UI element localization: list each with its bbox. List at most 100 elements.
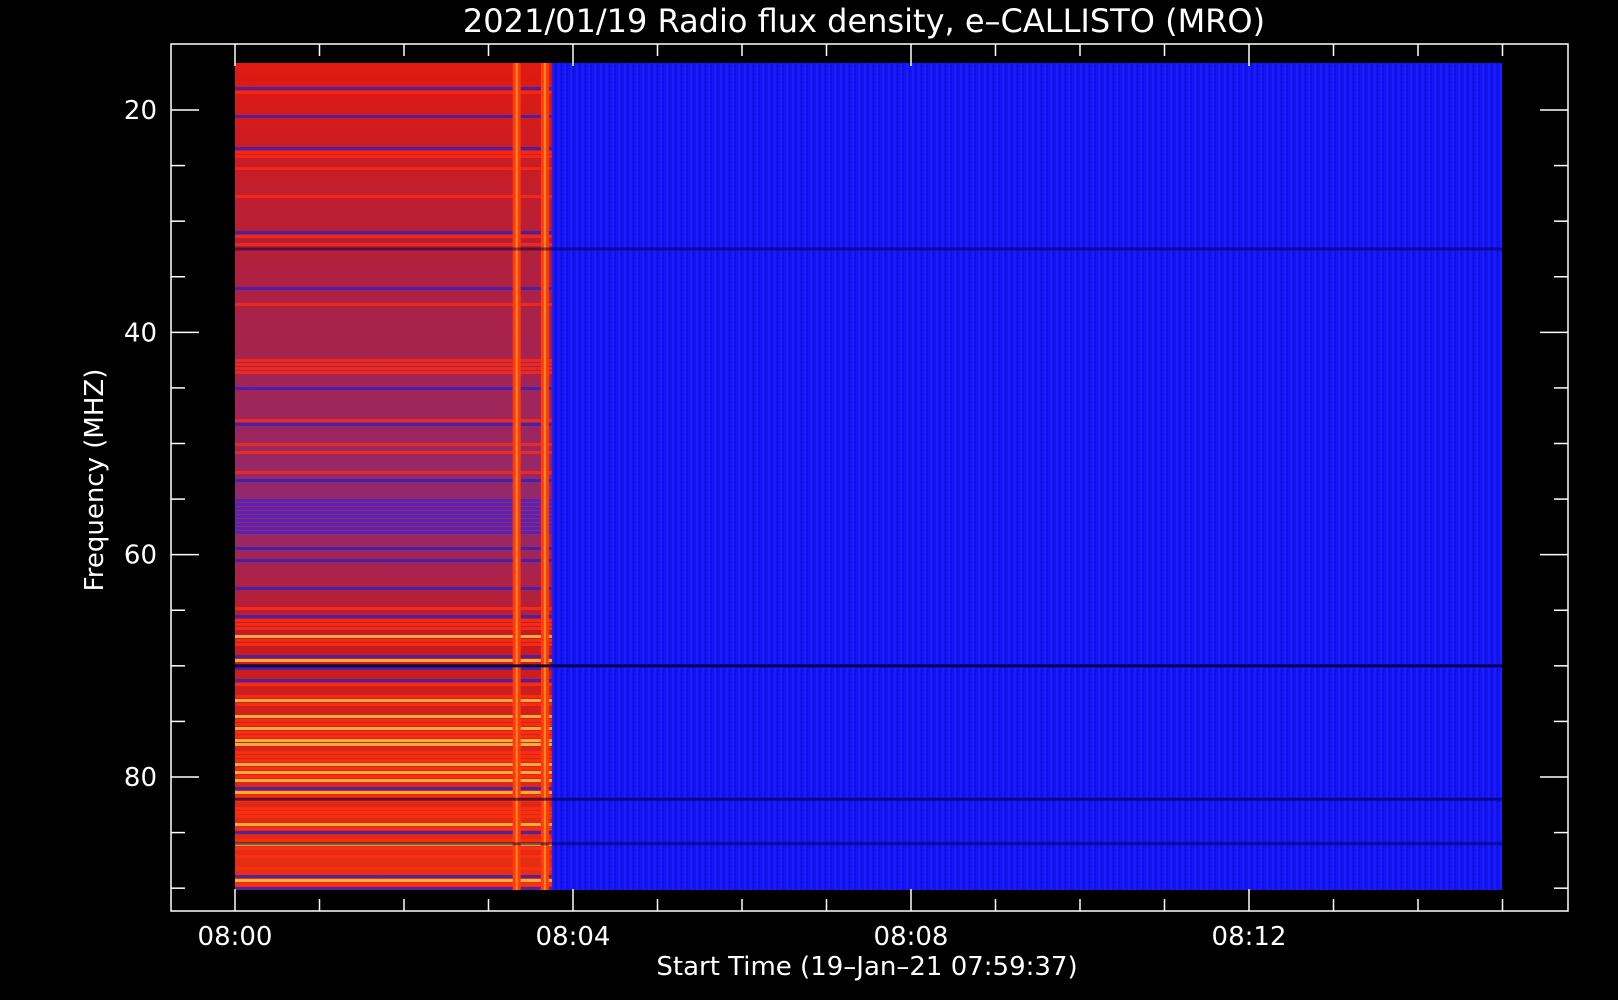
heatmap-stripe (235, 815, 552, 818)
heatmap-stripe (235, 235, 552, 238)
heatmap-stripe (235, 639, 552, 642)
heatmap-stripe (235, 627, 552, 630)
x-tick-label: 08:08 (874, 922, 949, 952)
heatmap-stripe (235, 727, 552, 730)
heatmap-stripe (235, 471, 552, 474)
heatmap-stripe (235, 499, 552, 502)
heatmap-stripe (235, 231, 552, 234)
plot-area (170, 43, 1569, 912)
heatmap-stripe (235, 371, 552, 374)
heatmap-stripe (235, 419, 552, 422)
heatmap-stripe (235, 847, 552, 850)
heatmap-stripe (235, 699, 552, 702)
heatmap-stripe (235, 559, 552, 562)
heatmap-stripe (235, 807, 552, 810)
heatmap-stripe (235, 503, 552, 506)
heatmap-stripe (235, 735, 552, 738)
heatmap-stripe (235, 531, 552, 534)
heatmap-stripe (235, 751, 552, 754)
y-tick-label: 60 (124, 541, 157, 571)
heatmap-stripe (235, 359, 552, 362)
y-tick-label: 80 (124, 763, 157, 793)
interference-line (235, 247, 1502, 251)
heatmap-stripe (235, 303, 552, 306)
heatmap-stripe (235, 755, 552, 758)
x-axis-label: Start Time (19–Jan–21 07:59:37) (656, 952, 1077, 982)
x-tick-label: 08:12 (1212, 922, 1287, 952)
heatmap-stripe (235, 715, 552, 718)
heatmap-stripe (235, 779, 552, 782)
heatmap-stripe (235, 827, 552, 830)
heatmap-stripe (235, 683, 552, 686)
burst-core (543, 63, 546, 890)
heatmap-stripe (235, 147, 552, 150)
heatmap-stripe (235, 167, 552, 170)
heatmap-stripe (235, 763, 552, 766)
y-tick-label: 20 (124, 96, 157, 126)
heatmap-stripe (235, 151, 552, 154)
heatmap-stripe (235, 839, 552, 842)
heatmap-stripe (235, 795, 552, 798)
heatmap-stripe (235, 655, 552, 658)
heatmap-stripe (235, 787, 552, 790)
heatmap-stripe (235, 643, 552, 646)
heatmap-stripe (235, 695, 552, 698)
heatmap-stripe (235, 527, 552, 530)
heatmap-stripe (235, 823, 552, 826)
heatmap-region-low (551, 63, 1502, 890)
heatmap-stripe (235, 363, 552, 366)
heatmap-stripe (235, 731, 552, 734)
heatmap-stripe (235, 523, 552, 526)
heatmap-stripe (235, 287, 552, 290)
heatmap-stripe (235, 743, 552, 746)
heatmap-stripe (235, 547, 552, 550)
heatmap-image (235, 63, 1502, 890)
heatmap-stripe (235, 507, 552, 510)
heatmap-stripe (235, 739, 552, 742)
heatmap-stripe (235, 759, 552, 762)
heatmap-stripe (235, 519, 552, 522)
heatmap-stripe (235, 879, 552, 882)
heatmap-stripe (235, 443, 552, 446)
heatmap-stripe (235, 719, 552, 722)
heatmap-stripe (235, 243, 552, 246)
heatmap-stripe (235, 887, 552, 890)
chart-title: 2021/01/19 Radio flux density, e–CALLIST… (463, 2, 1265, 40)
x-tick-label: 08:04 (536, 922, 611, 952)
interference-line (235, 664, 1502, 668)
heatmap-stripe (235, 515, 552, 518)
x-tick-label: 08:00 (198, 922, 273, 952)
heatmap-stripe (235, 667, 552, 670)
y-tick-label: 40 (124, 318, 157, 348)
heatmap-stripe (235, 867, 552, 870)
heatmap-stripe (235, 607, 552, 610)
heatmap-stripe (235, 387, 552, 390)
heatmap-stripe (235, 587, 552, 590)
heatmap-stripe (235, 87, 552, 90)
heatmap-stripe (235, 423, 552, 426)
heatmap-stripe (235, 615, 552, 618)
heatmap-stripe (235, 723, 552, 726)
burst-core (515, 63, 518, 890)
heatmap-stripe (235, 115, 552, 118)
heatmap-stripe (235, 195, 552, 198)
heatmap-stripe (235, 659, 552, 662)
heatmap-stripe (235, 451, 552, 454)
heatmap-stripe (235, 155, 552, 158)
heatmap-stripe (235, 679, 552, 682)
heatmap-stripe (235, 479, 552, 482)
heatmap-stripe (235, 775, 552, 778)
heatmap-stripe (235, 635, 552, 638)
heatmap-stripe (235, 367, 552, 370)
heatmap-stripe (235, 811, 552, 814)
heatmap-stripe (235, 703, 552, 706)
heatmap-stripe (235, 511, 552, 514)
heatmap-stripe (235, 771, 552, 774)
heatmap-stripe (235, 883, 552, 886)
heatmap-stripe (235, 875, 552, 878)
heatmap-stripe (235, 855, 552, 858)
interference-line (235, 842, 1502, 846)
heatmap-stripe (235, 91, 552, 94)
y-axis-label: Frequency (MHZ) (80, 369, 110, 592)
heatmap-stripe (235, 623, 552, 626)
